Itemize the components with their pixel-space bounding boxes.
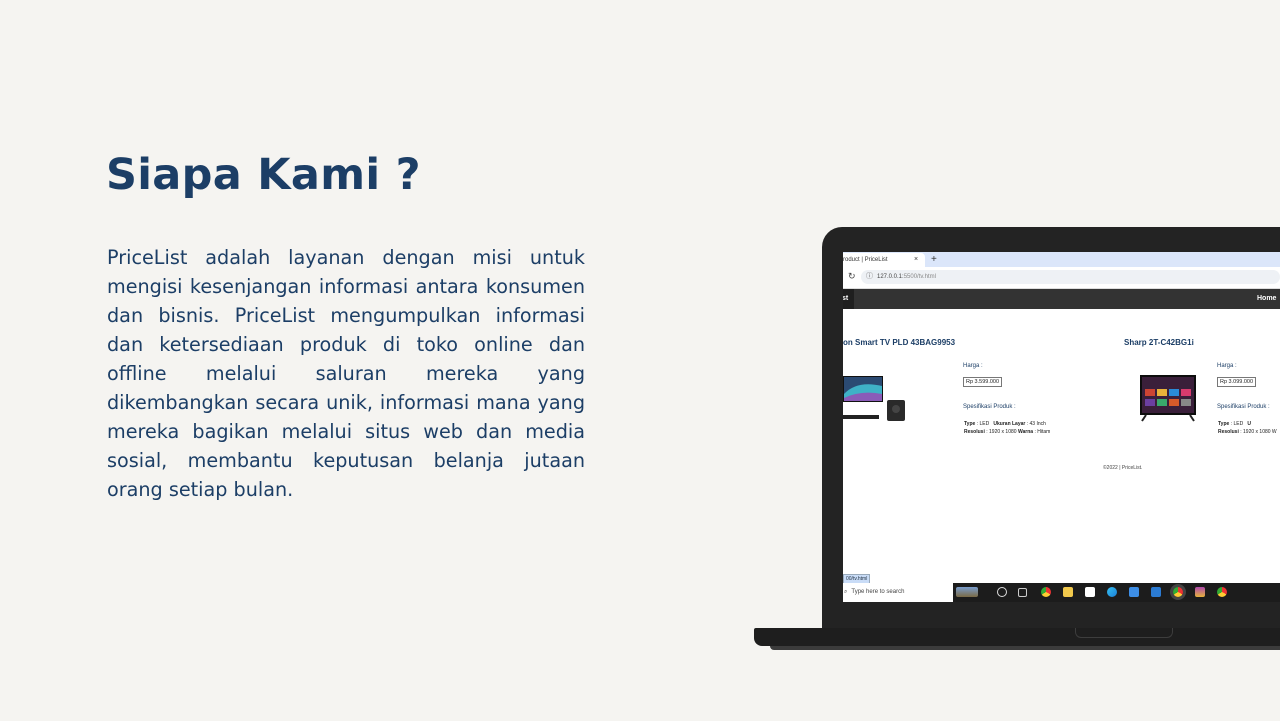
new-tab-icon[interactable]: +	[931, 252, 937, 267]
spec-res-value: : 1920 x 1080	[986, 429, 1017, 435]
product-name: Sharp 2T-C42BG1i	[1124, 338, 1194, 347]
calendar-icon[interactable]	[1085, 587, 1095, 597]
spec-type-key: Type	[964, 421, 976, 427]
about-description: PriceList adalah layanan dengan misi unt…	[107, 246, 585, 501]
taskbar: ⌕ Type here to search	[843, 583, 1280, 602]
nav-home-link[interactable]: Home	[1257, 289, 1276, 309]
spec-table: Type : LED Ukuran Layar : 43 Inch Resolu…	[964, 420, 1050, 436]
spec-color-key: Warna	[1017, 429, 1034, 435]
browser-tab-bar: roduct | PriceList × +	[843, 252, 1280, 267]
price-label: Harga :	[1217, 363, 1237, 369]
winrar-icon[interactable]	[1195, 587, 1205, 597]
spec-res-key: Resolusi	[1218, 429, 1239, 435]
site-navbar: st Home	[843, 289, 1280, 309]
chrome-active-icon[interactable]	[1173, 587, 1183, 597]
spec-size-value: : 43 Inch	[1026, 421, 1046, 427]
url-host: 127.0.0.1:	[877, 274, 904, 280]
price-badge: Rp 3.099.000	[1217, 377, 1257, 387]
spec-type-value: : LED	[976, 421, 990, 427]
tv-image	[1140, 375, 1196, 422]
page-title: Siapa Kami ?	[106, 150, 421, 200]
site-footer: ©2022 | PriceList.	[1103, 465, 1143, 471]
spec-type-value: : LED	[1230, 421, 1244, 427]
spec-size-key: Ukuran Layar	[993, 421, 1026, 427]
laptop-screen: roduct | PriceList × + ↻ ⓘ 127.0.0.1:5500…	[843, 252, 1280, 602]
spec-table: Type : LED U Resolusi : 1920 x 1080 W	[1218, 420, 1277, 436]
laptop-base	[754, 628, 1280, 646]
nav-brand[interactable]: st	[843, 289, 855, 309]
spec-res-value: : 1920 x 1080 W	[1240, 429, 1277, 435]
taskbar-search-placeholder: Type here to search	[851, 589, 905, 595]
info-icon[interactable]: ⓘ	[866, 270, 873, 284]
url-path: 5500/tv.html	[903, 274, 936, 280]
tab-title: roduct | PriceList	[843, 257, 888, 263]
laptop-notch	[1075, 628, 1173, 638]
reload-icon[interactable]: ↻	[848, 271, 856, 282]
taskbar-search[interactable]: ⌕ Type here to search	[843, 583, 953, 602]
spec-label: Spesifikasi Produk :	[1217, 404, 1270, 410]
address-bar: ↻ ⓘ 127.0.0.1:5500/tv.html	[843, 267, 1280, 289]
spec-res-key: Resolusi	[964, 429, 985, 435]
tv-image	[843, 376, 905, 421]
browser-tab[interactable]: roduct | PriceList ×	[843, 253, 925, 267]
spec-color-value: : Hitam	[1034, 429, 1051, 435]
close-tab-icon[interactable]: ×	[914, 253, 918, 267]
price-badge: Rp 3.599.000	[963, 377, 1003, 387]
vscode-icon[interactable]	[1151, 587, 1161, 597]
spec-type-key: Type	[1218, 421, 1230, 427]
url-field[interactable]: ⓘ 127.0.0.1:5500/tv.html	[861, 270, 1280, 284]
spec-size-key: U	[1247, 421, 1252, 427]
chrome-icon[interactable]	[1041, 587, 1051, 597]
spec-label: Spesifikasi Produk :	[963, 404, 1016, 410]
edge-icon[interactable]	[1107, 587, 1117, 597]
product-name: on Smart TV PLD 43BAG9953	[843, 338, 956, 347]
weather-widget-icon[interactable]	[956, 587, 978, 597]
task-view-icon[interactable]	[1018, 588, 1027, 597]
cortana-icon[interactable]	[997, 587, 1007, 597]
search-icon: ⌕	[844, 589, 848, 595]
chrome-icon[interactable]	[1217, 587, 1227, 597]
laptop-base-edge	[770, 646, 1280, 650]
mail-icon[interactable]	[1129, 587, 1139, 597]
price-label: Harga :	[963, 363, 983, 369]
file-explorer-icon[interactable]	[1063, 587, 1073, 597]
